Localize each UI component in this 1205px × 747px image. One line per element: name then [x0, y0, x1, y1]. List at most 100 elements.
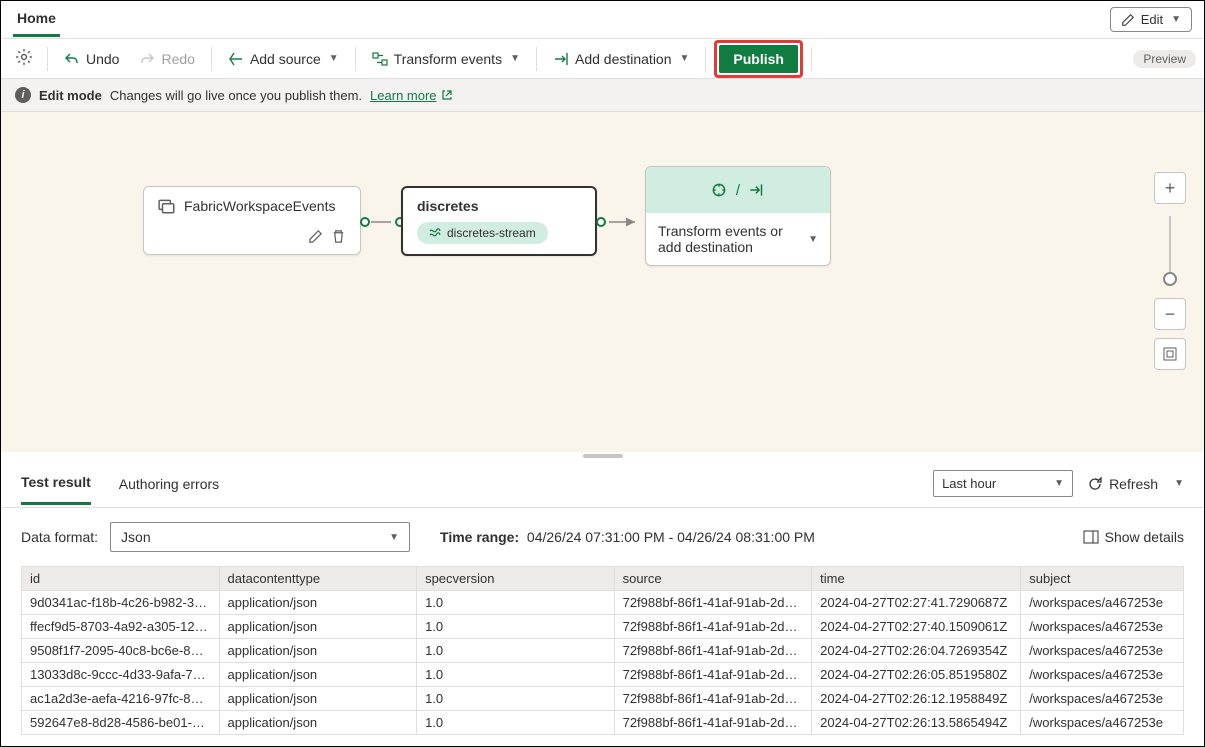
source-node[interactable]: FabricWorkspaceEvents: [143, 186, 361, 255]
cell-source: 72f988bf-86f1-41af-91ab-2d7cd01: [614, 663, 812, 687]
refresh-button[interactable]: Refresh: [1087, 476, 1158, 492]
transform-events-button[interactable]: Transform events ▼: [364, 45, 528, 73]
cell-subject: /workspaces/a467253e: [1021, 615, 1184, 639]
port-out[interactable]: [360, 217, 370, 227]
chevron-down-icon: ▼: [510, 53, 520, 64]
edit-label: Edit: [1141, 12, 1163, 27]
cell-source: 72f988bf-86f1-41af-91ab-2d7cd01: [614, 591, 812, 615]
col-specversion[interactable]: specversion: [417, 567, 615, 591]
refresh-icon: [1087, 476, 1103, 492]
zoom-thumb[interactable]: [1163, 272, 1177, 286]
cell-id: ffecf9d5-8703-4a92-a305-12a423b: [22, 615, 220, 639]
cell-id: 13033d8c-9ccc-4d33-9afa-73f5c95: [22, 663, 220, 687]
data-format-select[interactable]: Json ▼: [110, 522, 410, 552]
add-destination-icon: [553, 51, 569, 67]
cell-specversion: 1.0: [417, 663, 615, 687]
info-bar: i Edit mode Changes will go live once yo…: [1, 79, 1204, 112]
cell-source: 72f988bf-86f1-41af-91ab-2d7cd01: [614, 711, 812, 735]
tab-test-result[interactable]: Test result: [21, 462, 91, 505]
trash-icon[interactable]: [331, 229, 346, 244]
col-subject[interactable]: subject: [1021, 567, 1184, 591]
publish-button[interactable]: Publish: [719, 45, 798, 73]
cell-time: 2024-04-27T02:26:04.7269354Z: [812, 639, 1021, 663]
cell-time: 2024-04-27T02:26:12.1958849Z: [812, 687, 1021, 711]
fit-button[interactable]: [1154, 338, 1186, 370]
col-id[interactable]: id: [22, 567, 220, 591]
redo-icon: [139, 51, 155, 67]
transform-icon: [372, 51, 388, 67]
transform-icon: [710, 181, 728, 199]
chevron-down-icon: ▼: [1171, 14, 1181, 25]
zoom-out-button[interactable]: −: [1154, 298, 1186, 330]
table-row[interactable]: 13033d8c-9ccc-4d33-9afa-73f5c95applicati…: [22, 663, 1184, 687]
cell-id: 592647e8-8d28-4586-be01-46df52: [22, 711, 220, 735]
pencil-icon[interactable]: [308, 229, 323, 244]
dest-body-text: Transform events or add destination: [658, 223, 798, 255]
add-source-button[interactable]: Add source ▼: [220, 45, 347, 73]
canvas[interactable]: FabricWorkspaceEvents discretes discrete…: [1, 112, 1204, 452]
data-format-label: Data format:: [21, 529, 98, 545]
cell-specversion: 1.0: [417, 711, 615, 735]
stream-node[interactable]: discretes discretes-stream: [401, 186, 597, 256]
cell-datacontenttype: application/json: [219, 639, 417, 663]
table-row[interactable]: ac1a2d3e-aefa-4216-97fc-8b43d70applicati…: [22, 687, 1184, 711]
chevron-down-icon: ▼: [680, 53, 690, 64]
cell-id: ac1a2d3e-aefa-4216-97fc-8b43d70: [22, 687, 220, 711]
cell-datacontenttype: application/json: [219, 615, 417, 639]
time-range: Time range: 04/26/24 07:31:00 PM - 04/26…: [440, 529, 815, 545]
table-row[interactable]: 9508f1f7-2095-40c8-bc6e-82bc942applicati…: [22, 639, 1184, 663]
cell-subject: /workspaces/a467253e: [1021, 687, 1184, 711]
cell-source: 72f988bf-86f1-41af-91ab-2d7cd01: [614, 639, 812, 663]
cell-datacontenttype: application/json: [219, 687, 417, 711]
zoom-in-button[interactable]: +: [1154, 172, 1186, 204]
gear-icon: [15, 48, 33, 66]
chevron-down-icon[interactable]: ▼: [1174, 478, 1184, 489]
chevron-down-icon: ▼: [1054, 478, 1064, 489]
chevron-down-icon: ▼: [329, 53, 339, 64]
cell-id: 9508f1f7-2095-40c8-bc6e-82bc942: [22, 639, 220, 663]
cell-time: 2024-04-27T02:27:40.1509061Z: [812, 615, 1021, 639]
cell-datacontenttype: application/json: [219, 711, 417, 735]
edges: [1, 112, 1204, 452]
show-details-button[interactable]: Show details: [1083, 529, 1184, 545]
stream-pill[interactable]: discretes-stream: [417, 222, 548, 244]
col-source[interactable]: source: [614, 567, 812, 591]
port-out[interactable]: [596, 217, 606, 227]
resize-grip[interactable]: [1, 452, 1204, 460]
col-time[interactable]: time: [812, 567, 1021, 591]
destination-node[interactable]: / Transform events or add destination ▼: [645, 166, 831, 266]
output-icon: [748, 181, 766, 199]
chevron-down-icon[interactable]: ▼: [808, 234, 818, 245]
edit-button[interactable]: Edit ▼: [1110, 7, 1192, 32]
publish-highlight: Publish: [714, 40, 803, 78]
add-source-icon: [228, 51, 244, 67]
zoom-slider[interactable]: [1169, 216, 1171, 286]
cell-id: 9d0341ac-f18b-4c26-b982-35a1d1f: [22, 591, 220, 615]
learn-more-link[interactable]: Learn more: [370, 88, 452, 103]
cell-specversion: 1.0: [417, 687, 615, 711]
external-link-icon: [441, 89, 453, 101]
table-row[interactable]: 592647e8-8d28-4586-be01-46df52applicatio…: [22, 711, 1184, 735]
tab-home[interactable]: Home: [13, 2, 60, 37]
time-window-select[interactable]: Last hour ▼: [933, 470, 1073, 497]
preview-badge: Preview: [1133, 50, 1196, 68]
cell-subject: /workspaces/a467253e: [1021, 663, 1184, 687]
pencil-icon: [1121, 13, 1135, 27]
add-destination-button[interactable]: Add destination ▼: [545, 45, 697, 73]
undo-button[interactable]: Undo: [56, 45, 127, 73]
col-datacontenttype[interactable]: datacontenttype: [219, 567, 417, 591]
cell-specversion: 1.0: [417, 639, 615, 663]
redo-button[interactable]: Redo: [131, 45, 202, 73]
cell-specversion: 1.0: [417, 615, 615, 639]
table-row[interactable]: ffecf9d5-8703-4a92-a305-12a423bapplicati…: [22, 615, 1184, 639]
cell-source: 72f988bf-86f1-41af-91ab-2d7cd01: [614, 615, 812, 639]
tab-authoring-errors[interactable]: Authoring errors: [119, 464, 219, 504]
table-header-row: id datacontenttype specversion source ti…: [22, 567, 1184, 591]
cell-time: 2024-04-27T02:27:41.7290687Z: [812, 591, 1021, 615]
table-row[interactable]: 9d0341ac-f18b-4c26-b982-35a1d1fapplicati…: [22, 591, 1184, 615]
info-icon: i: [15, 87, 31, 103]
undo-icon: [64, 51, 80, 67]
edit-mode-label: Edit mode: [39, 88, 102, 103]
settings-button[interactable]: [9, 42, 39, 75]
chevron-down-icon: ▼: [389, 532, 399, 543]
